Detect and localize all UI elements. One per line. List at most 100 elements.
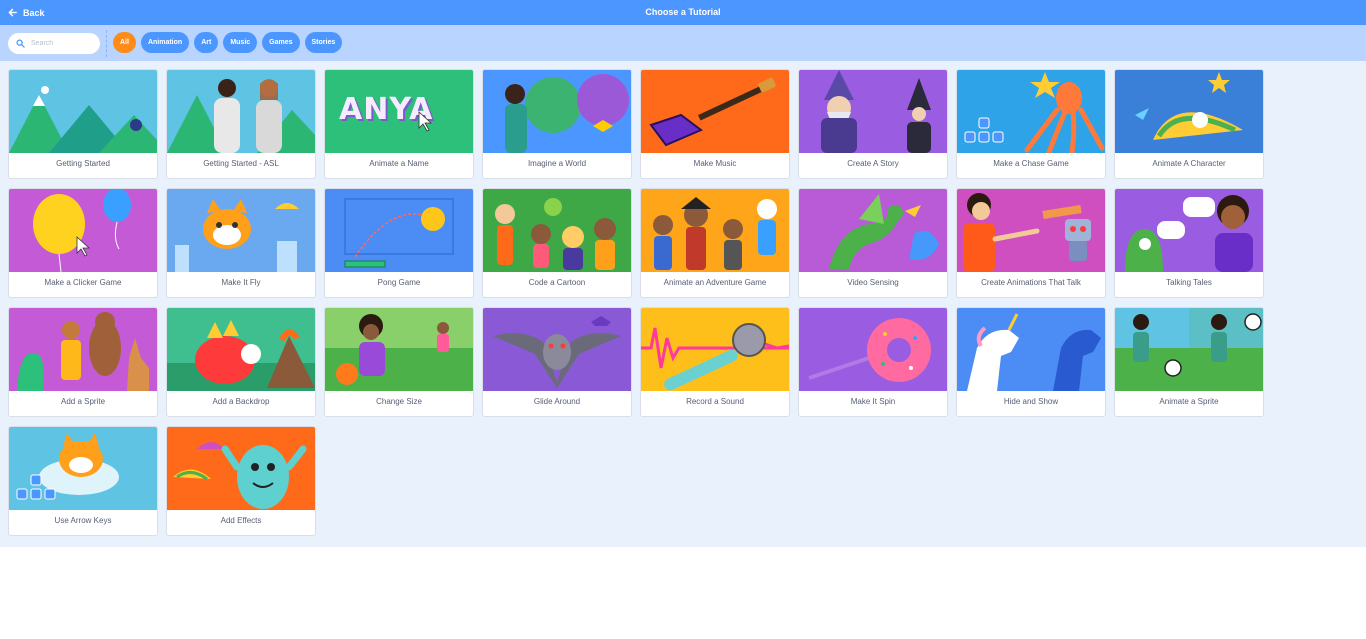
basketball-players-illustration bbox=[325, 308, 473, 385]
tutorial-thumbnail bbox=[957, 189, 1105, 272]
mountains-illustration bbox=[9, 86, 157, 153]
tutorial-card[interactable]: Make Music bbox=[640, 69, 790, 179]
tutorial-card[interactable]: Use Arrow Keys bbox=[8, 426, 158, 536]
tutorial-title: Add a Sprite bbox=[60, 397, 106, 406]
tag-music[interactable]: Music bbox=[223, 32, 258, 53]
tutorial-title: Make It Fly bbox=[221, 278, 261, 287]
tutorial-card[interactable]: Animate an Adventure Game bbox=[640, 188, 790, 298]
unicorns-illustration bbox=[967, 313, 1101, 391]
cartoon-characters-illustration bbox=[495, 198, 616, 270]
search-box[interactable] bbox=[8, 33, 100, 54]
tutorial-thumbnail bbox=[483, 308, 631, 391]
filter-bar: All Animation Art Music Games Stories bbox=[0, 25, 1366, 61]
tutorial-title: Hide and Show bbox=[1003, 397, 1059, 406]
tutorial-card[interactable]: Getting Started - ASL bbox=[166, 69, 316, 179]
tutorial-title: Talking Tales bbox=[1166, 278, 1212, 287]
tutorial-card[interactable]: Make It Fly bbox=[166, 188, 316, 298]
tutorial-title: Add a Backdrop bbox=[212, 397, 270, 406]
tutorial-card[interactable]: Change Size bbox=[324, 307, 474, 417]
tutorial-card[interactable]: Animate A Character bbox=[1114, 69, 1264, 179]
tutorial-title: Animate a Sprite bbox=[1159, 397, 1219, 406]
tutorial-card[interactable]: Code a Cartoon bbox=[482, 188, 632, 298]
tutorial-thumbnail bbox=[799, 70, 947, 153]
modal-title: Choose a Tutorial bbox=[645, 7, 721, 17]
taco-character-illustration bbox=[1135, 72, 1243, 140]
tutorial-card[interactable]: Make a Clicker Game bbox=[8, 188, 158, 298]
tutorial-title: Getting Started - ASL bbox=[203, 159, 279, 168]
tutorial-thumbnail bbox=[9, 308, 157, 391]
soccer-players-illustration bbox=[1115, 308, 1263, 377]
tutorial-thumbnail bbox=[167, 308, 315, 391]
tag-stories[interactable]: Stories bbox=[304, 32, 343, 53]
tutorial-title: Code a Cartoon bbox=[528, 278, 586, 287]
search-input[interactable] bbox=[31, 40, 93, 47]
tutorial-title: Make Music bbox=[693, 159, 737, 168]
tutorial-card[interactable]: Add a Backdrop bbox=[166, 307, 316, 417]
tutorial-title: Record a Sound bbox=[686, 397, 744, 406]
guitar-icon bbox=[649, 77, 776, 147]
donut-illustration bbox=[808, 318, 931, 382]
tutorial-thumbnail bbox=[799, 189, 947, 272]
tutorial-title: Animate A Character bbox=[1152, 159, 1226, 168]
world-illustration bbox=[483, 70, 631, 153]
tutorial-library: Getting Started Getting Started - ASL AN… bbox=[0, 61, 1366, 547]
cursor-icon bbox=[418, 111, 433, 132]
adventure-characters-illustration bbox=[653, 197, 777, 270]
tutorial-card[interactable]: Create A Story bbox=[798, 69, 948, 179]
tutorial-thumbnail bbox=[1115, 70, 1263, 153]
title-bar: Back Choose a Tutorial bbox=[0, 0, 1366, 25]
tutorial-title: Getting Started bbox=[56, 159, 110, 168]
tutorial-thumbnail bbox=[957, 70, 1105, 153]
tutorial-thumbnail bbox=[167, 189, 315, 272]
tutorial-card[interactable]: Hide and Show bbox=[956, 307, 1106, 417]
tutorial-card[interactable]: Make It Spin bbox=[798, 307, 948, 417]
tutorial-thumbnail bbox=[167, 70, 315, 153]
tag-animation[interactable]: Animation bbox=[140, 32, 190, 53]
tutorial-card[interactable]: Add Effects bbox=[166, 426, 316, 536]
tutorial-card[interactable]: Make a Chase Game bbox=[956, 69, 1106, 179]
tutorial-thumbnail bbox=[483, 70, 631, 153]
tutorial-title: Animate an Adventure Game bbox=[663, 278, 767, 287]
tutorial-card[interactable]: Talking Tales bbox=[1114, 188, 1264, 298]
arrow-keys-cat-illustration bbox=[16, 433, 119, 500]
tag-all[interactable]: All bbox=[113, 32, 136, 53]
tutorial-thumbnail bbox=[9, 189, 157, 272]
tutorial-title: Create A Story bbox=[847, 159, 899, 168]
tutorial-card[interactable]: Getting Started bbox=[8, 69, 158, 179]
tag-filters: All Animation Art Music Games Stories bbox=[113, 32, 343, 53]
tag-art[interactable]: Art bbox=[194, 32, 219, 53]
pong-illustration bbox=[344, 198, 454, 268]
tutorial-thumbnail bbox=[325, 189, 473, 272]
tutorial-title: Make a Chase Game bbox=[993, 159, 1069, 168]
tutorial-title: Glide Around bbox=[533, 397, 581, 406]
tutorial-thumbnail bbox=[957, 308, 1105, 391]
tutorial-card[interactable]: Video Sensing bbox=[798, 188, 948, 298]
tutorial-title: Make a Clicker Game bbox=[44, 278, 122, 287]
tutorial-thumbnail bbox=[1115, 308, 1263, 391]
tutorial-title: Change Size bbox=[376, 397, 422, 406]
tutorial-thumbnail bbox=[641, 308, 789, 391]
tutorial-card[interactable]: Imagine a World bbox=[482, 69, 632, 179]
tutorial-grid: Getting Started Getting Started - ASL AN… bbox=[8, 69, 1268, 536]
flying-cat-illustration bbox=[175, 199, 299, 272]
tutorial-thumbnail bbox=[1115, 189, 1263, 272]
tutorial-thumbnail: ANYA bbox=[325, 70, 473, 153]
dragon-illustration bbox=[829, 194, 939, 269]
tutorial-card[interactable]: Create Animations That Talk bbox=[956, 188, 1106, 298]
tutorial-thumbnail bbox=[641, 189, 789, 272]
tutorial-card[interactable]: Animate a Sprite bbox=[1114, 307, 1264, 417]
tutorial-card[interactable]: ANYA Animate a Name bbox=[324, 69, 474, 179]
backdrop-dino-illustration bbox=[167, 320, 315, 391]
wizard-witch-illustration bbox=[821, 70, 931, 153]
tutorial-title: Video Sensing bbox=[847, 278, 899, 287]
talking-robot-illustration bbox=[963, 193, 1091, 272]
tutorial-card[interactable]: Add a Sprite bbox=[8, 307, 158, 417]
talking-tales-illustration bbox=[1125, 195, 1253, 272]
tutorial-card[interactable]: Glide Around bbox=[482, 307, 632, 417]
tutorial-title: Create Animations That Talk bbox=[981, 278, 1081, 287]
tag-games[interactable]: Games bbox=[262, 32, 300, 53]
tutorial-thumbnail bbox=[9, 427, 157, 510]
tutorial-card[interactable]: Pong Game bbox=[324, 188, 474, 298]
microphone-icon bbox=[641, 323, 789, 391]
tutorial-card[interactable]: Record a Sound bbox=[640, 307, 790, 417]
